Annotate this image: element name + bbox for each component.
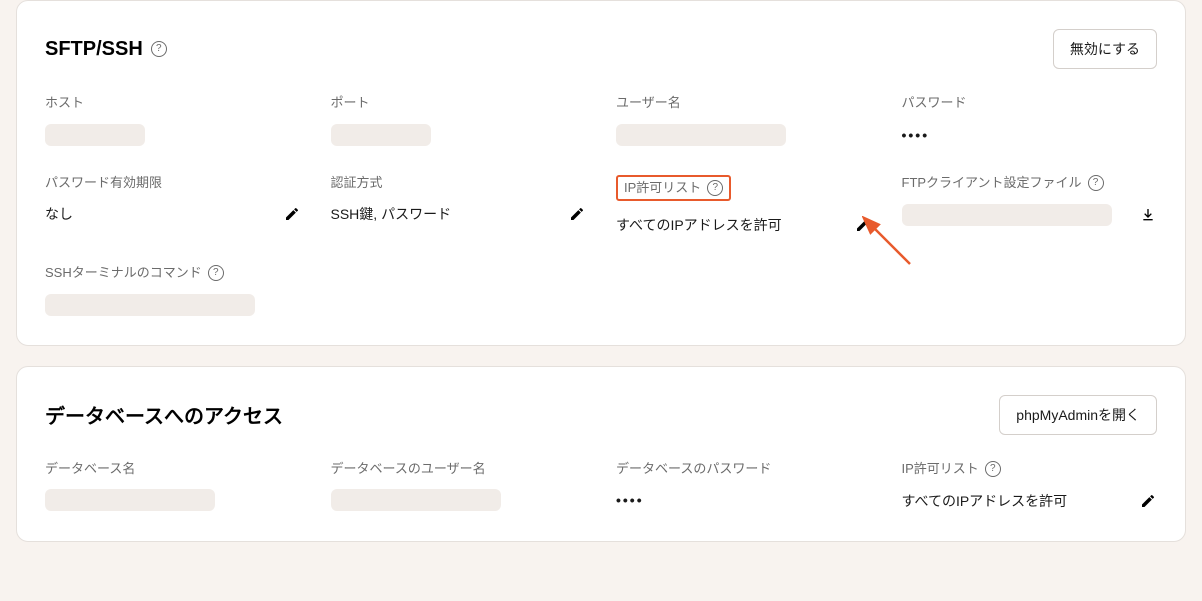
host-label: ホスト xyxy=(45,95,301,111)
password-expiry-value: なし xyxy=(45,204,273,224)
ftp-client-file-redacted xyxy=(902,204,1112,226)
db-ip-allowlist-label-text: IP許可リスト xyxy=(902,461,979,477)
username-label: ユーザー名 xyxy=(616,95,872,111)
db-password-value: •••• xyxy=(616,492,872,508)
sftp-fields-grid: ホスト ポート ユーザー名 パスワード •••• パスワード有効期限 なし xyxy=(45,95,1157,317)
password-field: パスワード •••• xyxy=(902,95,1158,147)
username-field: ユーザー名 xyxy=(616,95,872,147)
db-name-redacted xyxy=(45,489,215,511)
help-icon[interactable] xyxy=(985,461,1001,477)
edit-icon[interactable] xyxy=(283,205,301,223)
ssh-terminal-field: SSHターミナルのコマンド xyxy=(45,265,301,317)
db-password-field: データベースのパスワード •••• xyxy=(616,461,872,513)
db-user-redacted xyxy=(331,489,501,511)
port-field: ポート xyxy=(331,95,587,147)
help-icon[interactable] xyxy=(1088,175,1104,191)
db-name-label: データベース名 xyxy=(45,461,301,477)
password-expiry-field: パスワード有効期限 なし xyxy=(45,175,301,237)
db-user-label: データベースのユーザー名 xyxy=(331,461,587,477)
ip-allowlist-field: IP許可リスト すべてのIPアドレスを許可 xyxy=(616,175,872,237)
db-ip-allowlist-value: すべてのIPアドレスを許可 xyxy=(902,491,1130,511)
ip-allowlist-value: すべてのIPアドレスを許可 xyxy=(616,215,844,235)
db-ip-allowlist-field: IP許可リスト すべてのIPアドレスを許可 xyxy=(902,461,1158,513)
sftp-card-title: SFTP/SSH xyxy=(45,38,167,61)
edit-icon[interactable] xyxy=(854,216,872,234)
ssh-terminal-label: SSHターミナルのコマンド xyxy=(45,265,301,281)
db-ip-allowlist-label: IP許可リスト xyxy=(902,461,1158,477)
auth-method-value: SSH鍵, パスワード xyxy=(331,204,559,224)
db-password-label: データベースのパスワード xyxy=(616,461,872,477)
password-expiry-label: パスワード有効期限 xyxy=(45,175,301,191)
port-value-redacted xyxy=(331,124,431,146)
sftp-card-header: SFTP/SSH 無効にする xyxy=(45,29,1157,69)
database-access-card: データベースへのアクセス phpMyAdminを開く データベース名 データベー… xyxy=(16,366,1186,542)
db-card-header: データベースへのアクセス phpMyAdminを開く xyxy=(45,395,1157,435)
password-label: パスワード xyxy=(902,95,1158,111)
disable-button[interactable]: 無効にする xyxy=(1053,29,1157,69)
password-value: •••• xyxy=(902,127,1158,143)
db-fields-grid: データベース名 データベースのユーザー名 データベースのパスワード •••• I… xyxy=(45,461,1157,513)
help-icon[interactable] xyxy=(151,41,167,57)
ssh-terminal-label-text: SSHターミナルのコマンド xyxy=(45,265,202,281)
ip-allowlist-label-highlighted: IP許可リスト xyxy=(616,175,731,201)
auth-method-label: 認証方式 xyxy=(331,175,587,191)
ftp-client-file-label: FTPクライアント設定ファイル xyxy=(902,175,1158,191)
ftp-client-file-label-text: FTPクライアント設定ファイル xyxy=(902,175,1082,191)
edit-icon[interactable] xyxy=(568,205,586,223)
download-icon[interactable] xyxy=(1139,206,1157,224)
db-card-title: データベースへのアクセス xyxy=(45,400,283,429)
host-value-redacted xyxy=(45,124,145,146)
ip-allowlist-label-text: IP許可リスト xyxy=(624,180,701,196)
ssh-terminal-redacted xyxy=(45,294,255,316)
help-icon[interactable] xyxy=(707,180,723,196)
edit-icon[interactable] xyxy=(1139,492,1157,510)
db-user-field: データベースのユーザー名 xyxy=(331,461,587,513)
auth-method-field: 認証方式 SSH鍵, パスワード xyxy=(331,175,587,237)
open-phpmyadmin-button[interactable]: phpMyAdminを開く xyxy=(999,395,1157,435)
port-label: ポート xyxy=(331,95,587,111)
sftp-title-text: SFTP/SSH xyxy=(45,38,143,61)
db-name-field: データベース名 xyxy=(45,461,301,513)
username-value-redacted xyxy=(616,124,786,146)
host-field: ホスト xyxy=(45,95,301,147)
help-icon[interactable] xyxy=(208,265,224,281)
sftp-ssh-card: SFTP/SSH 無効にする ホスト ポート ユーザー名 パスワード •••• … xyxy=(16,0,1186,346)
ftp-client-file-field: FTPクライアント設定ファイル xyxy=(902,175,1158,237)
